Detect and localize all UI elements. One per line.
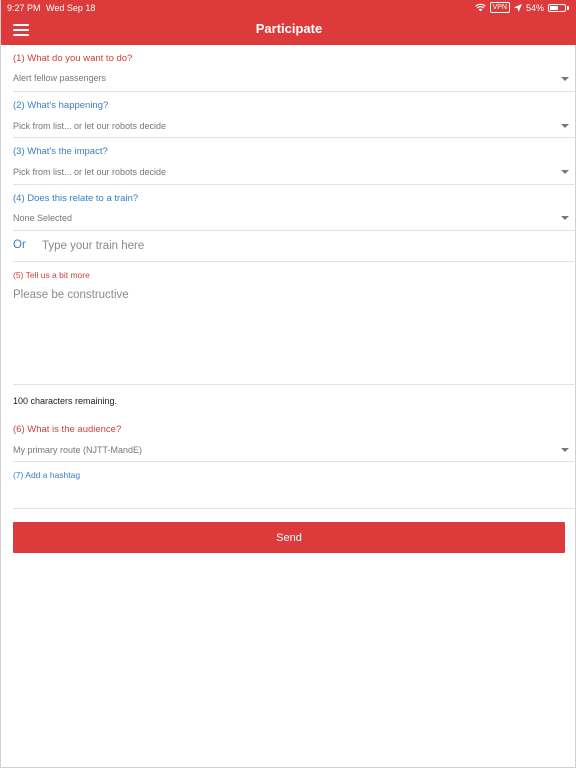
train-select[interactable]: (4) Does this relate to a train? None Se… [13, 185, 576, 230]
battery-icon [548, 3, 566, 12]
happening-select[interactable]: (2) What's happening? Pick from list... … [13, 92, 576, 137]
divider [13, 461, 576, 462]
vpn-badge: VPN [489, 2, 510, 13]
action-select[interactable]: (1) What do you want to do? Alert fellow… [13, 45, 576, 91]
details-textarea[interactable] [13, 289, 563, 379]
impact-select-value: Pick from list... or let our robots deci… [13, 167, 167, 177]
battery-tip [567, 5, 569, 10]
hashtag-label: (7) Add a hashtag [13, 470, 81, 480]
train-select-label: (4) Does this relate to a train? [13, 193, 139, 204]
impact-select-label: (3) What's the impact? [13, 146, 108, 157]
battery-percent: 54% [525, 2, 544, 13]
status-date: Wed Sep 18 [46, 3, 96, 13]
or-label: Or [13, 239, 26, 251]
action-select-value: Alert fellow passengers [13, 73, 107, 83]
action-select-label: (1) What do you want to do? [13, 53, 133, 64]
divider [13, 230, 576, 231]
battery-level [550, 5, 558, 10]
wifi-icon [474, 3, 486, 12]
chevron-down-icon [561, 216, 569, 220]
send-button[interactable]: Send [13, 522, 565, 553]
status-time: 9:27 PM [7, 3, 41, 13]
audience-select[interactable]: (6) What is the audience? My primary rou… [13, 416, 576, 461]
chevron-down-icon [561, 77, 569, 81]
happening-select-value: Pick from list... or let our robots deci… [13, 121, 167, 131]
train-select-value: None Selected [13, 213, 73, 223]
location-arrow-icon [513, 3, 522, 12]
chevron-down-icon [561, 170, 569, 174]
app-header: 9:27 PM Wed Sep 18 VPN 54% Participate [1, 0, 576, 45]
train-input[interactable] [42, 238, 562, 254]
divider [13, 384, 576, 385]
status-indicators: VPN 54% [474, 2, 569, 13]
divider [13, 261, 576, 262]
page-title: Participate [255, 21, 323, 36]
impact-select[interactable]: (3) What's the impact? Pick from list...… [13, 138, 576, 184]
audience-select-label: (6) What is the audience? [13, 424, 122, 435]
audience-select-value: My primary route (NJTT-MandE) [13, 445, 143, 455]
status-bar: 9:27 PM Wed Sep 18 VPN 54% [1, 0, 576, 16]
happening-select-label: (2) What's happening? [13, 100, 109, 111]
participate-screen: 9:27 PM Wed Sep 18 VPN 54% Participate (… [0, 0, 576, 768]
hashtag-input[interactable] [13, 486, 563, 504]
chevron-down-icon [561, 448, 569, 452]
details-label: (5) Tell us a bit more [13, 270, 90, 280]
divider [13, 508, 576, 509]
chevron-down-icon [561, 124, 569, 128]
characters-remaining: 100 characters remaining. [13, 396, 118, 406]
